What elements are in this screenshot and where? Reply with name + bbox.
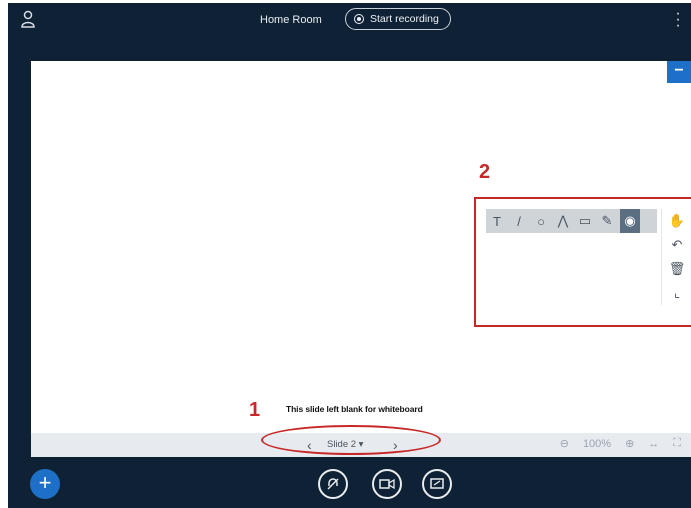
pencil-tool-icon[interactable]: ✎ — [596, 209, 618, 233]
line-tool-icon[interactable]: / — [508, 209, 530, 233]
triangle-tool-icon[interactable]: ⋀ — [552, 209, 574, 233]
text-tool-icon[interactable]: T — [486, 209, 508, 233]
clear-icon[interactable]: 🗑 — [662, 257, 691, 281]
actions-plus-button[interactable]: + — [30, 469, 60, 499]
hand-tool-icon[interactable]: ✋ — [662, 209, 691, 233]
presentation-area[interactable]: − 2 T / ○ ⋀ ▭ ✎ ◉ ✋ ↶ 🗑 ⌞ This slide lef… — [31, 61, 691, 457]
annotation-ellipse-1 — [261, 425, 441, 455]
start-recording-button[interactable]: Start recording — [345, 8, 451, 30]
color-picker-icon[interactable]: ◉ — [620, 209, 640, 233]
slide-caption: This slide left blank for whiteboard — [286, 404, 423, 414]
ellipse-tool-icon[interactable]: ○ — [530, 209, 552, 233]
zoom-in-icon[interactable]: ⊕ — [625, 437, 634, 450]
rectangle-tool-icon[interactable]: ▭ — [574, 209, 596, 233]
fit-width-icon[interactable]: ↔ — [648, 438, 659, 450]
multi-user-icon[interactable]: ⌞ — [662, 281, 691, 305]
headphones-muted-icon — [327, 478, 339, 490]
share-webcam-button[interactable] — [372, 469, 402, 499]
camera-icon — [379, 478, 395, 490]
room-title: Home Room — [260, 14, 322, 26]
mute-audio-button[interactable] — [318, 469, 348, 499]
user-icon[interactable] — [20, 10, 36, 28]
top-bar: Home Room Start recording · · · — [8, 3, 691, 37]
annotation-label-2: 2 — [479, 161, 491, 183]
app-window: Home Room Start recording · · · − 2 T / ○ … — [8, 3, 691, 508]
minimize-presentation-button[interactable]: − — [667, 61, 691, 83]
more-vertical-icon[interactable]: · · · — [675, 6, 681, 34]
record-icon — [354, 14, 364, 24]
zoom-out-icon[interactable]: ⊖ — [560, 437, 569, 450]
whiteboard-toolbar: T / ○ ⋀ ▭ ✎ ◉ — [486, 209, 657, 233]
share-screen-button[interactable] — [422, 469, 452, 499]
zoom-controls: ⊖ 100% ⊕ ↔ ⛶ — [560, 437, 681, 450]
recording-label: Start recording — [370, 13, 439, 25]
annotation-label-1: 1 — [249, 399, 261, 421]
undo-icon[interactable]: ↶ — [662, 233, 691, 257]
zoom-value[interactable]: 100% — [583, 438, 611, 450]
fullscreen-icon[interactable]: ⛶ — [673, 437, 681, 450]
whiteboard-side-tools: ✋ ↶ 🗑 ⌞ — [661, 209, 691, 305]
screen-share-icon — [430, 478, 444, 489]
